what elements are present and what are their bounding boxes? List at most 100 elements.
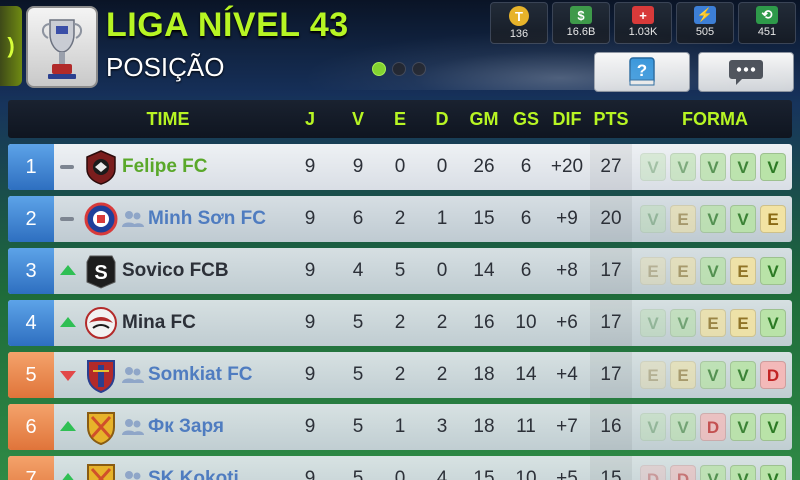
team-name[interactable]: Minh Sơn FC [148, 196, 266, 242]
team-name[interactable]: Felipe FC [122, 144, 208, 190]
trend-same-icon [60, 217, 74, 221]
form-result: D [670, 465, 696, 480]
form-guide: VVEEV [640, 309, 786, 337]
table-row[interactable]: 1 Felipe FC 9 9 0 0 26 6 +20 27 V V V V V [8, 144, 792, 190]
rank-badge: 5 [8, 352, 54, 398]
col-drawn[interactable]: E [380, 100, 420, 138]
won-value: 6 [352, 208, 364, 229]
col-points[interactable]: PTS [590, 100, 632, 138]
col-team[interactable]: TIME [118, 100, 218, 138]
resource-bar: T 136 $ 16.6B + 1.03K ⚡ 505 ⟲ 451 [490, 2, 796, 44]
team-name[interactable]: SK Kokoti [148, 456, 239, 480]
points-value: 16 [600, 416, 622, 437]
points-value: 15 [600, 468, 622, 480]
resource-energy[interactable]: ⚡ 505 [676, 2, 734, 44]
form-result: E [640, 257, 666, 285]
team-name[interactable]: Фк Заря [148, 404, 224, 450]
page-dot[interactable] [392, 62, 406, 76]
table-row[interactable]: 6 Фк Заря 9 5 1 3 18 11 +7 16 V V D V V [8, 404, 792, 450]
form-result: V [760, 153, 786, 181]
goal-diff-value: +7 [556, 416, 578, 437]
trend-up-icon [60, 421, 76, 431]
form-result: V [760, 465, 786, 480]
form-result: V [640, 413, 666, 441]
chat-button[interactable] [698, 52, 794, 92]
form-result: E [670, 361, 696, 389]
goals-against-value: 11 [516, 416, 536, 437]
form-result: V [700, 205, 726, 233]
form-result: V [700, 465, 726, 480]
resource-medical[interactable]: + 1.03K [614, 2, 672, 44]
form-result: V [640, 309, 666, 337]
goals-against-value: 6 [520, 156, 532, 177]
col-goal-diff[interactable]: DIF [546, 100, 588, 138]
won-value: 4 [352, 260, 364, 281]
rank-badge: 7 [8, 456, 54, 480]
table-row[interactable]: 5 Somkiat FC 9 5 2 2 18 14 +4 17 E E V V D [8, 352, 792, 398]
resource-value: 16.6B [566, 26, 596, 38]
col-won[interactable]: V [338, 100, 378, 138]
points-value: 17 [600, 312, 622, 333]
resource-training[interactable]: ⟲ 451 [738, 2, 796, 44]
drawn-value: 1 [394, 416, 406, 437]
drawn-value: 2 [394, 208, 406, 229]
col-goals-against[interactable]: GS [506, 100, 546, 138]
form-result: V [640, 153, 666, 181]
form-result: V [670, 413, 696, 441]
team-name[interactable]: Mina FC [122, 300, 196, 346]
form-result: D [760, 361, 786, 389]
form-guide: VEVVE [640, 205, 786, 233]
rank-badge: 4 [8, 300, 54, 346]
team-name[interactable]: Somkiat FC [148, 352, 253, 398]
rank-badge: 1 [8, 144, 54, 190]
col-goals-for[interactable]: GM [464, 100, 504, 138]
form-guide: EEVEV [640, 257, 786, 285]
resource-value: 136 [509, 28, 529, 40]
form-result: V [700, 153, 726, 181]
table-row[interactable]: 4 Mina FC 9 5 2 2 16 10 +6 17 V V E E V [8, 300, 792, 346]
team-name[interactable]: Sovico FCB [122, 248, 229, 294]
trend-up-icon [60, 473, 76, 480]
trend-same-icon [60, 165, 74, 169]
token-icon: T [509, 6, 529, 26]
medical-icon: + [632, 6, 654, 24]
col-lost[interactable]: D [422, 100, 462, 138]
resource-value: 505 [695, 26, 715, 38]
table-row[interactable]: 2 Minh Sơn FC 9 6 2 1 15 6 +9 20 V E V V E [8, 196, 792, 242]
page-dot[interactable] [372, 62, 386, 76]
resource-cash[interactable]: $ 16.6B [552, 2, 610, 44]
form-result: D [640, 465, 666, 480]
table-row[interactable]: 3 S Sovico FCB 9 4 5 0 14 6 +8 17 E E V E V [8, 248, 792, 294]
goal-diff-value: +6 [556, 312, 578, 333]
help-button[interactable]: ? [594, 52, 690, 92]
trend-down-icon [60, 371, 76, 381]
header-bar: ) LIGA NÍVEL 43 POSIÇÃO T 136 $ 16.6B + … [0, 0, 800, 96]
drawn-value: 2 [394, 312, 406, 333]
form-result: E [670, 205, 696, 233]
form-result: V [730, 205, 756, 233]
form-result: V [640, 205, 666, 233]
help-book-icon: ? [629, 57, 655, 86]
page-dot[interactable] [412, 62, 426, 76]
played-value: 9 [304, 364, 316, 385]
drawn-value: 2 [394, 364, 406, 385]
won-value: 5 [352, 416, 364, 437]
form-guide: VVDVV [640, 413, 786, 441]
form-result: E [670, 257, 696, 285]
league-trophy-badge[interactable] [26, 6, 98, 88]
resource-tokens[interactable]: T 136 [490, 2, 548, 44]
resource-value: 1.03K [628, 26, 658, 38]
form-guide: DDVVV [640, 465, 786, 480]
chat-bubble-icon [729, 60, 763, 85]
won-value: 5 [352, 468, 364, 480]
chevron-right-icon: ) [7, 33, 15, 58]
expand-menu-button[interactable]: ) [0, 6, 22, 86]
table-row[interactable]: 7 SK Kokoti 9 5 0 4 15 10 +5 15 D D V V V [8, 456, 792, 480]
form-result: E [640, 361, 666, 389]
col-played[interactable]: J [290, 100, 330, 138]
won-value: 5 [352, 364, 364, 385]
won-value: 9 [352, 156, 364, 177]
goals-against-value: 6 [520, 260, 532, 281]
page-indicator[interactable] [372, 62, 426, 76]
form-result: E [760, 205, 786, 233]
